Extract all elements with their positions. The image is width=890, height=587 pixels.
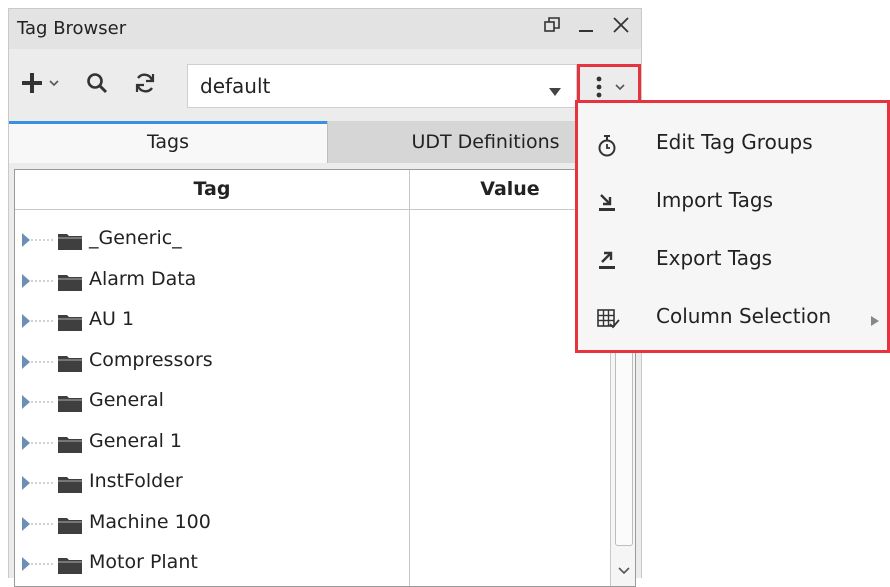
tag-name: Motor Plant: [89, 551, 198, 573]
tag-row[interactable]: Machine 100: [15, 504, 409, 544]
expand-arrow-icon[interactable]: [19, 352, 55, 376]
tag-name: Machine 100: [89, 510, 211, 533]
menu-item-edit-tag-groups[interactable]: Edit Tag Groups: [578, 115, 887, 173]
tag-name: AU 1: [89, 308, 135, 330]
stopwatch-icon: [596, 134, 618, 162]
toolbar: default: [9, 49, 641, 121]
folder-icon: [57, 272, 83, 296]
submenu-arrow-icon: [870, 312, 880, 331]
minimize-icon[interactable]: [577, 16, 595, 34]
tag-name: General 1: [89, 429, 183, 452]
search-icon[interactable]: [85, 71, 109, 99]
folder-icon: [57, 312, 83, 336]
refresh-icon[interactable]: [133, 71, 157, 99]
folder-icon: [57, 555, 83, 579]
options-dropdown-menu: Edit Tag Groups Import Tags Export Tags …: [575, 100, 890, 353]
menu-item-label: Edit Tag Groups: [656, 130, 813, 154]
expand-arrow-icon[interactable]: [19, 514, 55, 538]
folder-icon: [57, 393, 83, 417]
scroll-down-arrow-icon[interactable]: [617, 561, 631, 580]
folder-icon: [57, 434, 83, 458]
expand-arrow-icon[interactable]: [19, 554, 55, 578]
column-divider: [409, 170, 410, 586]
expand-arrow-icon[interactable]: [19, 311, 55, 335]
tag-row[interactable]: _Generic_: [15, 220, 409, 260]
grid-check-icon: [596, 308, 620, 334]
tag-row[interactable]: InstFolder: [15, 463, 409, 503]
folder-icon: [57, 474, 83, 498]
expand-arrow-icon[interactable]: [19, 473, 55, 497]
tag-name: _Generic_: [89, 227, 182, 249]
tag-name: InstFolder: [89, 470, 183, 492]
tag-name: General: [89, 389, 164, 411]
menu-item-import-tags[interactable]: Import Tags: [578, 173, 887, 231]
float-window-icon[interactable]: [543, 16, 561, 34]
tag-row[interactable]: General: [15, 382, 409, 422]
tag-row[interactable]: Compressors: [15, 342, 409, 382]
tag-provider-dropdown[interactable]: default: [187, 64, 577, 108]
menu-item-column-selection[interactable]: Column Selection: [578, 289, 887, 347]
window-title: Tag Browser: [17, 18, 127, 39]
folder-icon: [57, 515, 83, 539]
tag-name: Compressors: [89, 348, 213, 371]
title-bar: Tag Browser: [9, 9, 641, 49]
column-header-tag[interactable]: Tag: [15, 170, 409, 210]
expand-arrow-icon[interactable]: [19, 392, 55, 416]
close-icon[interactable]: [611, 15, 631, 35]
tag-table: Tag Value _Generic_ Alarm Data AU 1 Compres…: [14, 169, 636, 587]
add-tag-button[interactable]: [21, 71, 61, 99]
export-icon: [596, 250, 618, 276]
menu-item-label: Export Tags: [656, 246, 773, 270]
chevron-down-icon: [548, 82, 562, 101]
tag-name: Alarm Data: [89, 267, 197, 290]
import-icon: [596, 192, 618, 218]
tag-row[interactable]: Motor Plant: [15, 544, 409, 584]
tag-row[interactable]: Alarm Data: [15, 261, 409, 301]
kebab-menu-icon: [594, 75, 628, 103]
menu-item-label: Column Selection: [656, 304, 832, 328]
tag-browser-panel: Tag Browser default Tags UDT Definitions…: [8, 8, 643, 587]
tab-tags[interactable]: Tags: [9, 121, 327, 163]
expand-arrow-icon[interactable]: [19, 271, 55, 295]
expand-arrow-icon[interactable]: [19, 433, 55, 457]
menu-item-export-tags[interactable]: Export Tags: [578, 231, 887, 289]
menu-item-label: Import Tags: [656, 188, 774, 212]
expand-arrow-icon[interactable]: [19, 230, 55, 254]
tag-row[interactable]: AU 1: [15, 301, 409, 341]
tag-provider-value: default: [200, 74, 271, 98]
tab-strip: Tags UDT Definitions: [9, 121, 643, 163]
folder-icon: [57, 353, 83, 377]
tag-row[interactable]: General 1: [15, 423, 409, 463]
window-controls: [543, 15, 631, 35]
folder-icon: [57, 231, 83, 255]
